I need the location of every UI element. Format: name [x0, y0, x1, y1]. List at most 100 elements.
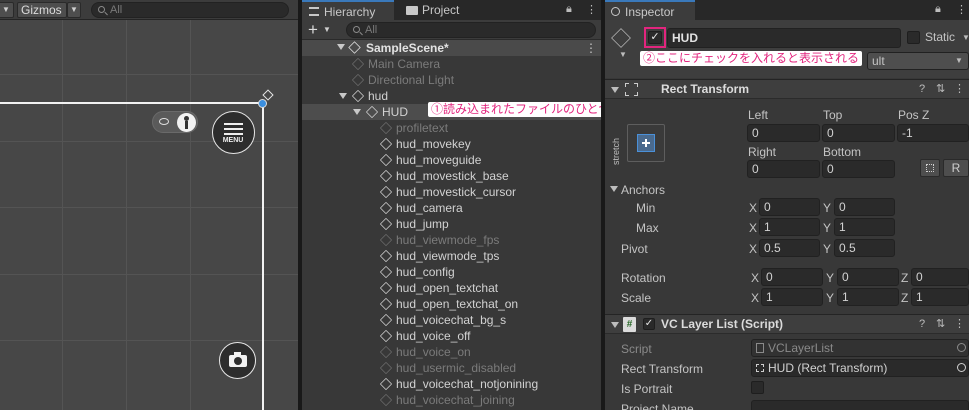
anchors-expand-icon[interactable] [610, 186, 618, 192]
expand-arrow-icon[interactable] [339, 93, 347, 99]
active-checkbox[interactable]: ✓ [648, 31, 662, 44]
pivot-y-input[interactable]: 0.5 [834, 239, 895, 257]
gizmos-button[interactable]: Gizmos [17, 2, 67, 18]
collapse-arrow-icon[interactable] [611, 87, 619, 93]
hierarchy-item[interactable]: Directional Light [302, 72, 601, 88]
hierarchy-item-label: Directional Light [368, 73, 455, 87]
rotation-z-input[interactable]: 0 [911, 268, 969, 286]
hierarchy-item[interactable]: hud_movestick_base [302, 168, 601, 184]
scene-row[interactable]: SampleScene* ⋮ [302, 40, 601, 56]
rotation-y-input[interactable]: 0 [837, 268, 899, 286]
hierarchy-item[interactable]: hud_viewmode_fps [302, 232, 601, 248]
vc-layer-list-header[interactable]: # ✓ VC Layer List (Script) ? ⇅ ⋮ [605, 314, 969, 334]
script-field: VCLayerList [751, 339, 969, 357]
hierarchy-item[interactable]: hud_config [302, 264, 601, 280]
rect-handle[interactable] [258, 99, 267, 108]
scale-x-input[interactable]: 1 [761, 288, 823, 306]
raw-edit-button[interactable]: R [943, 159, 969, 177]
hierarchy-item[interactable]: profiletext [302, 120, 601, 136]
menu-button[interactable]: MENU [212, 111, 255, 154]
add-icon[interactable]: + [308, 20, 318, 40]
expand-arrow-icon[interactable] [337, 44, 345, 50]
gameobject-icon [379, 297, 393, 311]
hierarchy-item[interactable]: hud_open_textchat_on [302, 296, 601, 312]
pivot-y-label: Y [823, 242, 832, 256]
object-name-input[interactable]: HUD [667, 28, 901, 48]
right-label: Right [748, 145, 777, 159]
component-menu-icon[interactable]: ⋮ [954, 317, 965, 330]
layer-dropdown[interactable]: ult [867, 52, 969, 70]
scene-options-icon[interactable]: ⋮ [585, 40, 597, 56]
component-menu-icon[interactable]: ⋮ [954, 82, 965, 95]
expand-arrow-icon[interactable] [353, 109, 361, 115]
max-x-input[interactable]: 1 [759, 218, 820, 236]
hierarchy-item[interactable]: hud_jump [302, 216, 601, 232]
hierarchy-item[interactable]: hud_voicechat_notjonining [302, 376, 601, 392]
is-portrait-checkbox[interactable] [751, 381, 764, 394]
grid-line [126, 20, 127, 410]
viewmode-toggle[interactable] [152, 111, 198, 133]
tab-hierarchy[interactable]: Hierarchy [302, 0, 394, 20]
grid-line [62, 20, 63, 410]
preset-icon[interactable]: ⇅ [936, 317, 945, 330]
min-x-input[interactable]: 0 [759, 198, 820, 216]
hierarchy-item[interactable]: hud_voicechat_bg_s [302, 312, 601, 328]
hierarchy-item-label: hud_voice_off [396, 329, 471, 343]
left-input[interactable]: 0 [747, 124, 820, 142]
static-dropdown-arrow[interactable]: ▼ [962, 33, 969, 42]
hierarchy-item[interactable]: hud_open_textchat [302, 280, 601, 296]
bottom-input[interactable]: 0 [822, 160, 895, 178]
hierarchy-item[interactable]: hud_viewmode_tps [302, 248, 601, 264]
scale-z-input[interactable]: 1 [911, 288, 969, 306]
hierarchy-item[interactable]: Main Camera [302, 56, 601, 72]
hierarchy-item[interactable]: hud_moveguide [302, 152, 601, 168]
more-options-icon[interactable]: ⋮ [586, 3, 597, 16]
scene-view[interactable]: MENU ▼ Gizmos ▼ All [0, 0, 298, 410]
anchor-presets-button[interactable] [627, 124, 665, 162]
toolbar-dropdown-arrow[interactable]: ▼ [0, 2, 14, 18]
collapse-arrow-icon[interactable] [611, 322, 619, 328]
layer-dropdown-arrow[interactable]: ▼ [955, 56, 963, 65]
anchors-label: Anchors [621, 183, 666, 197]
min-y-input[interactable]: 0 [834, 198, 895, 216]
eye-icon [159, 118, 169, 125]
add-dropdown-arrow[interactable]: ▼ [323, 25, 331, 34]
preset-icon[interactable]: ⇅ [936, 82, 945, 95]
hierarchy-search-input[interactable]: All [346, 22, 596, 38]
project-name-input[interactable] [751, 400, 969, 410]
static-checkbox[interactable] [907, 31, 920, 44]
rect-transform-header[interactable]: Rect Transform ? ⇅ ⋮ [605, 79, 969, 99]
rect-transform-field[interactable]: HUD (Rect Transform) [751, 359, 969, 377]
lock-icon[interactable]: 🔒︎ [566, 3, 572, 16]
gameobject-icon [379, 345, 393, 359]
scale-y-input[interactable]: 1 [837, 288, 899, 306]
gameobject-icon [379, 169, 393, 183]
pivot-x-input[interactable]: 0.5 [759, 239, 820, 257]
hierarchy-item[interactable]: hud_voice_off [302, 328, 601, 344]
rotation-x-input[interactable]: 0 [761, 268, 823, 286]
hierarchy-item[interactable]: hud_camera [302, 200, 601, 216]
camera-button[interactable] [219, 342, 256, 379]
icon-dropdown-arrow[interactable]: ▼ [619, 50, 627, 59]
hierarchy-item[interactable]: hud_voice_on [302, 344, 601, 360]
right-input[interactable]: 0 [747, 160, 820, 178]
hierarchy-item-label: HUD [382, 105, 408, 119]
top-input[interactable]: 0 [822, 124, 895, 142]
hierarchy-item[interactable]: hud_usermic_disabled [302, 360, 601, 376]
posz-input[interactable]: -1 [897, 124, 969, 142]
more-options-icon[interactable]: ⋮ [956, 3, 967, 16]
hierarchy-item[interactable]: hud_movekey [302, 136, 601, 152]
help-icon[interactable]: ? [919, 83, 925, 95]
max-y-input[interactable]: 1 [834, 218, 895, 236]
component-enabled-checkbox[interactable]: ✓ [643, 318, 655, 330]
gizmos-dropdown-arrow[interactable]: ▼ [67, 2, 81, 18]
lock-icon[interactable]: 🔒︎ [935, 3, 941, 16]
scene-search-input[interactable]: All [91, 2, 289, 18]
blueprint-mode-button[interactable] [920, 159, 940, 177]
hierarchy-item[interactable]: hud_voicechat_joining [302, 392, 601, 408]
tab-project[interactable]: Project [400, 0, 480, 20]
object-picker-icon[interactable] [957, 363, 966, 372]
tab-inspector[interactable]: Inspector [605, 0, 695, 20]
hierarchy-item[interactable]: hud_movestick_cursor [302, 184, 601, 200]
help-icon[interactable]: ? [919, 318, 925, 330]
